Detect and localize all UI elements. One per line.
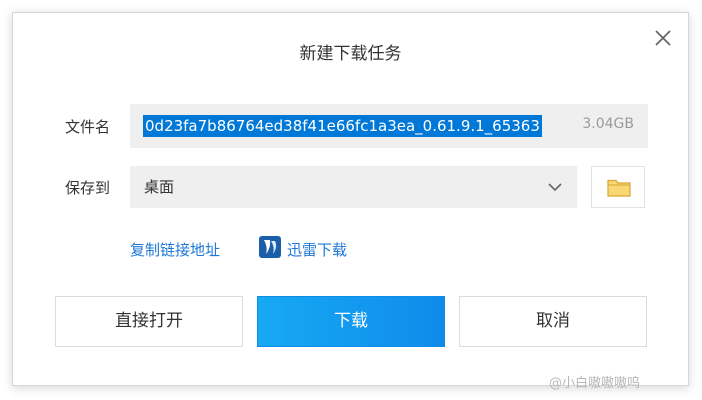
browse-folder-button[interactable]: [591, 166, 645, 208]
save-location-dropdown[interactable]: 桌面: [130, 166, 577, 208]
xunlei-logo-icon[interactable]: [259, 236, 281, 258]
xunlei-download-link[interactable]: 迅雷下载: [287, 239, 347, 260]
save-to-label: 保存到: [65, 179, 111, 197]
filename-label: 文件名: [65, 118, 111, 136]
cancel-button[interactable]: 取消: [459, 296, 647, 347]
filename-field[interactable]: 0d23fa7b86764ed38f41e66fc1a3ea_0.61.9.1_…: [130, 104, 648, 148]
folder-icon: [607, 179, 631, 197]
save-location-value: 桌面: [144, 178, 175, 196]
watermark: @小白嗷嗷嗷呜: [549, 376, 641, 391]
filename-input-selected-text[interactable]: 0d23fa7b86764ed38f41e66fc1a3ea_0.61.9.1_…: [143, 115, 542, 137]
download-button[interactable]: 下载: [257, 296, 445, 347]
dialog-title: 新建下载任务: [299, 44, 402, 64]
file-size: 3.04GB: [582, 116, 634, 132]
download-dialog: 新建下载任务 文件名 0d23fa7b86764ed38f41e66fc1a3e…: [12, 12, 689, 386]
open-directly-button[interactable]: 直接打开: [55, 296, 243, 347]
close-icon[interactable]: [653, 28, 673, 48]
copy-link-address-link[interactable]: 复制链接地址: [130, 239, 220, 260]
chevron-down-icon[interactable]: [547, 179, 563, 195]
